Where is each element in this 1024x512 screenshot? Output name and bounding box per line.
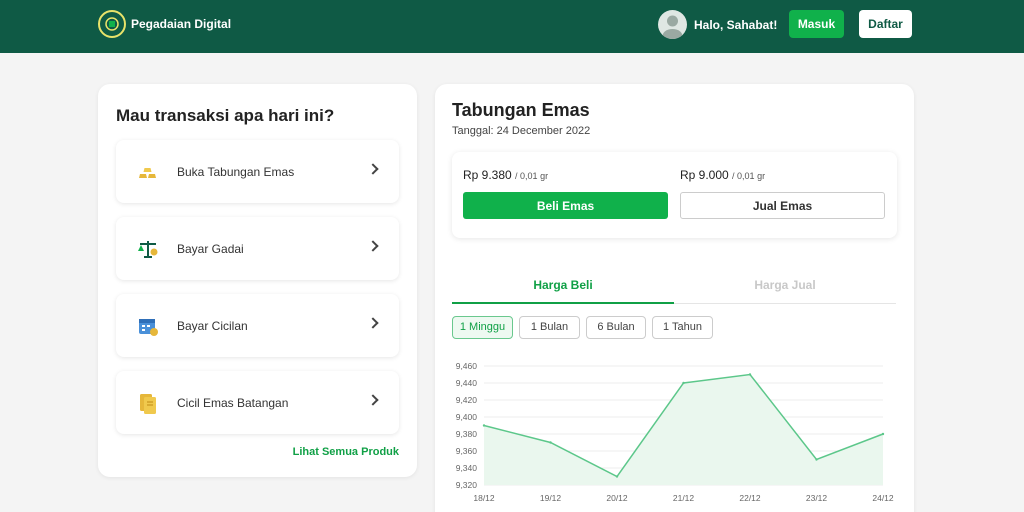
y-tick-label: 9,400 <box>456 412 478 422</box>
x-tick-label: 20/12 <box>606 493 628 503</box>
x-tick-label: 21/12 <box>673 493 695 503</box>
brand-name: Pegadaian Digital <box>131 17 232 31</box>
price-chart: 9,460 9,440 9,420 9,400 9,380 9,360 9,340 9,320… <box>456 361 894 503</box>
area-fill <box>484 374 883 485</box>
menu-label: Buka Tabungan Emas <box>177 164 295 179</box>
x-tick-label: 23/12 <box>806 493 828 503</box>
price-date: Tanggal: 24 December 2022 <box>452 125 591 137</box>
buy-gold-button[interactable]: Beli Emas <box>463 192 668 219</box>
greeting-text: Halo, Sahabat! <box>694 17 778 32</box>
brand[interactable]: Pegadaian Digital <box>98 10 231 38</box>
see-all-products-link[interactable]: Lihat Semua Produk <box>293 446 399 458</box>
y-tick-label: 9,440 <box>456 378 478 388</box>
card-title: Tabungan Emas <box>452 100 590 120</box>
menu-label: Cicil Emas Batangan <box>177 395 289 410</box>
x-tick-label: 19/12 <box>540 493 562 503</box>
y-tick-label: 9,460 <box>456 361 478 371</box>
calendar-icon <box>139 319 158 336</box>
sell-price-value: Rp 9.000 <box>680 168 729 182</box>
transaction-title: Mau transaksi apa hari ini? <box>116 106 335 125</box>
chevron-right-icon <box>367 240 379 252</box>
buy-price-value: Rp 9.380 <box>463 168 512 182</box>
price-tabs: Harga Beli Harga Jual <box>452 270 896 304</box>
y-tick-label: 9,380 <box>456 429 478 439</box>
tab-harga-jual[interactable]: Harga Jual <box>674 270 896 304</box>
pegadaian-logo-icon <box>98 10 126 38</box>
buy-price-unit: / 0,01 gr <box>515 171 549 181</box>
data-point <box>549 441 552 444</box>
y-tick-label: 9,320 <box>456 480 478 490</box>
chevron-right-icon <box>367 163 379 175</box>
x-tick-label: 18/12 <box>473 493 495 503</box>
scale-icon <box>138 241 158 258</box>
data-point <box>482 424 486 427</box>
chevron-right-icon <box>367 394 379 406</box>
top-navbar: Pegadaian Digital Halo, Sahabat! Masuk D… <box>0 0 1024 53</box>
chevron-right-icon <box>367 317 379 329</box>
range-6-months[interactable]: 6 Bulan <box>586 316 646 339</box>
tab-harga-beli[interactable]: Harga Beli <box>452 270 674 304</box>
menu-label: Bayar Gadai <box>177 241 244 256</box>
x-tick-label: 24/12 <box>872 493 894 503</box>
data-point <box>815 458 818 461</box>
y-tick-label: 9,340 <box>456 463 478 473</box>
sell-gold-button[interactable]: Jual Emas <box>680 192 885 219</box>
sell-price: Rp 9.000 / 0,01 gr <box>680 168 765 182</box>
sell-price-unit: / 0,01 gr <box>732 171 766 181</box>
menu-item-bayar-gadai[interactable]: Bayar Gadai <box>116 217 399 280</box>
register-button[interactable]: Daftar <box>859 10 912 38</box>
buy-price: Rp 9.380 / 0,01 gr <box>463 168 548 182</box>
menu-item-cicil-emas-batangan[interactable]: Cicil Emas Batangan <box>116 371 399 434</box>
y-tick-label: 9,420 <box>456 395 478 405</box>
gold-savings-card: Tabungan Emas Tanggal: 24 December 2022 … <box>435 84 914 512</box>
transaction-card: Mau transaksi apa hari ini? Buka Tabunga… <box>98 84 417 477</box>
avatar-icon <box>658 10 687 39</box>
menu-label: Bayar Cicilan <box>177 318 248 333</box>
menu-item-buka-tabungan-emas[interactable]: Buka Tabungan Emas <box>116 140 399 203</box>
price-box: Rp 9.380 / 0,01 gr Rp 9.000 / 0,01 gr Be… <box>452 152 897 238</box>
range-1-year[interactable]: 1 Tahun <box>652 316 713 339</box>
gold-bars-icon <box>139 168 156 178</box>
user-greeting: Halo, Sahabat! <box>658 10 777 39</box>
range-1-week[interactable]: 1 Minggu <box>452 316 513 339</box>
y-tick-label: 9,360 <box>456 446 478 456</box>
range-1-month[interactable]: 1 Bulan <box>519 316 580 339</box>
data-point <box>615 475 619 478</box>
data-point <box>881 432 885 436</box>
gold-card-icon <box>140 394 156 414</box>
data-point <box>748 373 752 376</box>
x-tick-label: 22/12 <box>739 493 761 503</box>
login-button[interactable]: Masuk <box>789 10 844 38</box>
data-point <box>682 381 685 385</box>
menu-item-bayar-cicilan[interactable]: Bayar Cicilan <box>116 294 399 357</box>
